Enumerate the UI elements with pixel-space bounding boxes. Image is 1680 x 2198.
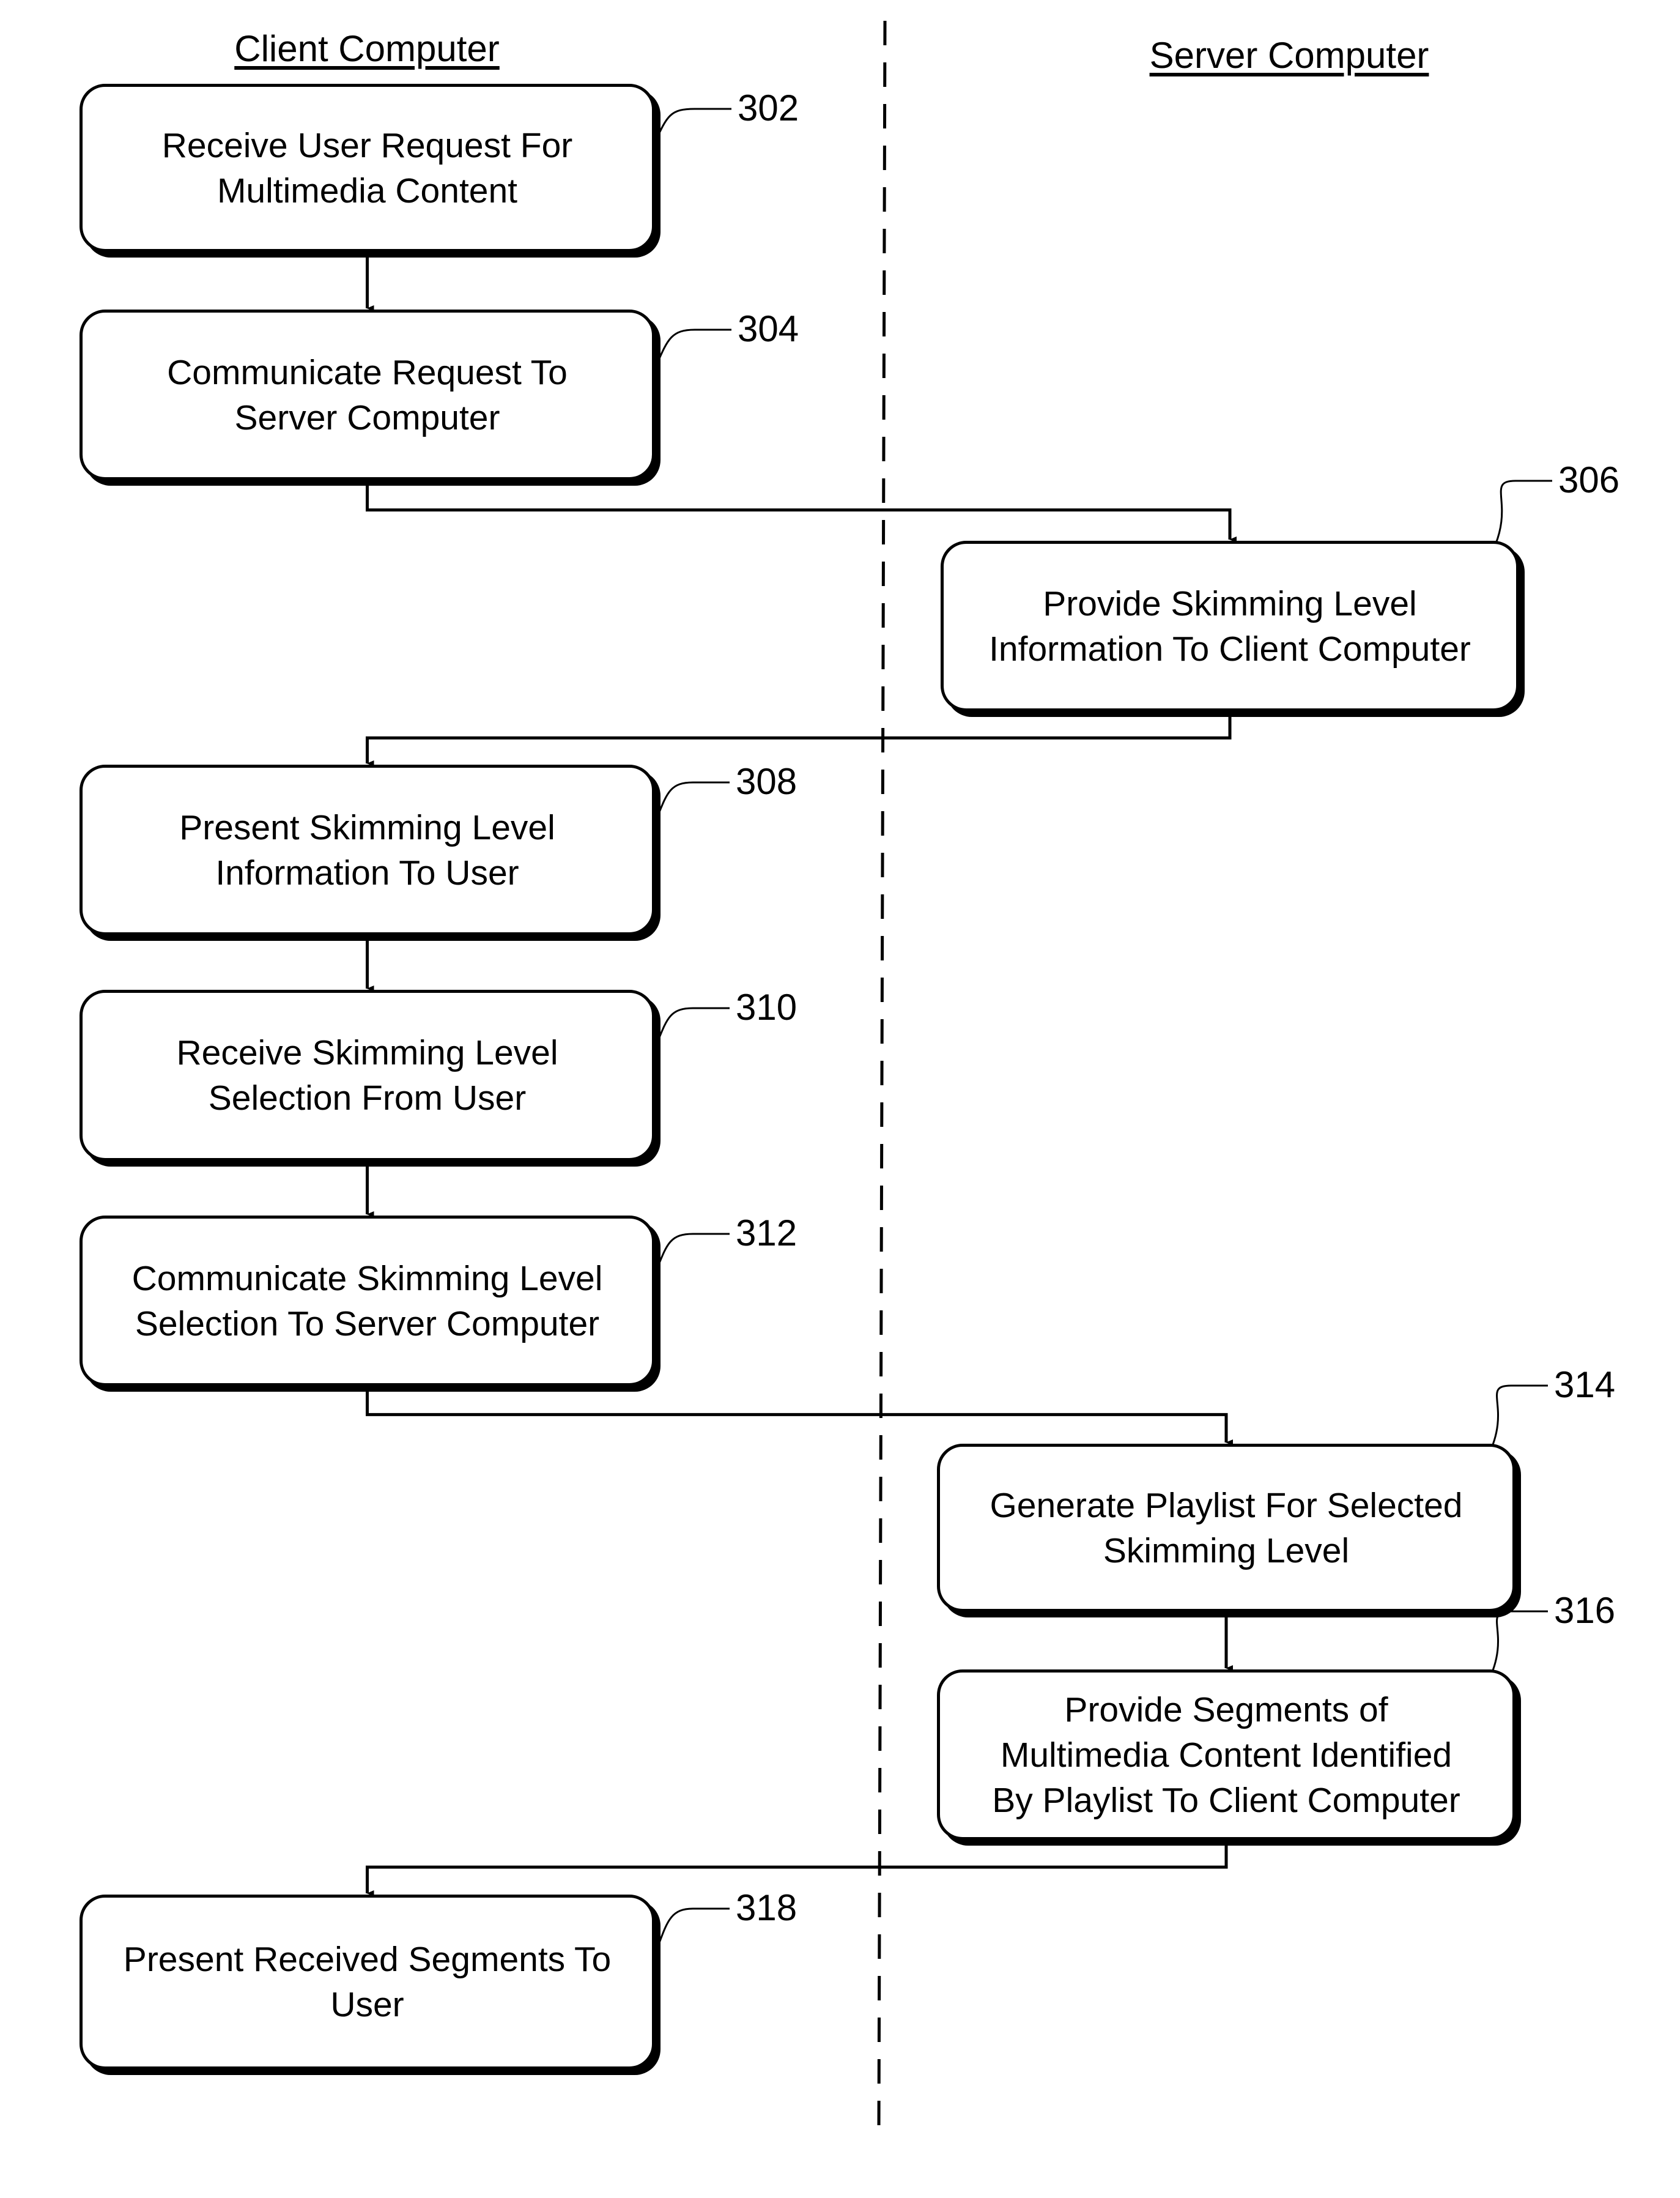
ref-label-302: 302 — [738, 87, 799, 128]
ref-label-312: 312 — [736, 1212, 797, 1253]
ref-label-318: 318 — [736, 1887, 797, 1928]
lane-divider — [877, 20, 887, 2129]
ref-label-310: 310 — [736, 987, 797, 1028]
connector-304-to-306 — [366, 486, 1237, 543]
step-314-box: Generate Playlist For Selected Skimming … — [937, 1444, 1515, 1612]
ref-label-306: 306 — [1558, 459, 1620, 500]
ref-label-304: 304 — [738, 308, 799, 349]
step-306-box: Provide Skimming Level Information To Cl… — [941, 541, 1519, 711]
step-310-box: Receive Skimming Level Selection From Us… — [80, 990, 655, 1161]
step-308-text: Present Skimming Level Information To Us… — [179, 808, 555, 893]
step-316-box: Provide Segments of Multimedia Content I… — [937, 1669, 1515, 1840]
step-318-box: Present Received Segments To User — [80, 1895, 655, 2070]
step-304-text: Communicate Request To Server Computer — [167, 352, 568, 437]
step-314-text: Generate Playlist For Selected Skimming … — [990, 1485, 1463, 1570]
step-302-box: Receive User Request For Multimedia Cont… — [80, 84, 655, 252]
step-316-text: Provide Segments of Multimedia Content I… — [992, 1690, 1460, 1820]
leader-line-304 — [642, 329, 731, 396]
step-310-text: Receive Skimming Level Selection From Us… — [176, 1033, 558, 1118]
leader-line-310 — [642, 1007, 730, 1076]
ref-label-314: 314 — [1554, 1364, 1616, 1405]
step-302-text: Receive User Request For Multimedia Cont… — [161, 125, 573, 210]
step-304-box: Communicate Request To Server Computer — [80, 310, 655, 480]
lane-title-client: Client Computer — [234, 28, 500, 69]
ref-label-316: 316 — [1554, 1590, 1616, 1631]
leader-line-302 — [642, 108, 731, 169]
leader-line-308 — [642, 781, 730, 851]
step-306-text: Provide Skimming Level Information To Cl… — [989, 584, 1471, 669]
step-308-box: Present Skimming Level Information To Us… — [80, 765, 655, 935]
leader-line-318 — [642, 1907, 730, 1983]
step-318-text: Present Received Segments To User — [123, 1940, 612, 2024]
connector-306-to-308 — [366, 717, 1232, 767]
ref-label-308: 308 — [736, 761, 797, 802]
step-312-box: Communicate Skimming Level Selection To … — [80, 1216, 655, 1386]
leader-line-312 — [642, 1233, 730, 1302]
lane-title-server: Server Computer — [1149, 35, 1429, 76]
step-312-text: Communicate Skimming Level Selection To … — [131, 1258, 603, 1343]
connector-312-to-314 — [366, 1392, 1233, 1446]
